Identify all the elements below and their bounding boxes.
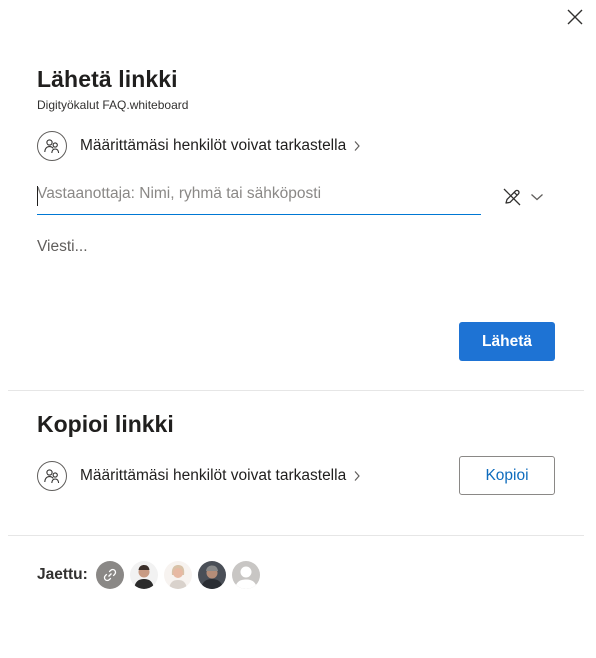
chevron-right-icon [353,470,361,482]
send-permission-setting[interactable]: Määrittämäsi henkilöt voivat tarkastella [37,131,361,161]
people-icon [37,461,67,491]
divider [8,390,584,391]
shared-with-row: Jaettu: [37,560,266,590]
avatar[interactable] [197,561,226,589]
permission-label: Määrittämäsi henkilöt voivat tarkastella [80,137,347,154]
shared-label: Jaettu: [37,566,88,583]
text-caret [37,186,38,206]
link-icon[interactable] [95,561,124,589]
chevron-right-icon [353,140,361,152]
recipient-input[interactable] [37,178,481,215]
send-link-title: Lähetä linkki [37,66,178,92]
copy-link-title: Kopioi linkki [37,411,174,437]
close-button[interactable] [563,5,587,29]
permission-label: Määrittämäsi henkilöt voivat tarkastella [80,467,347,484]
avatar[interactable] [163,561,192,589]
avatar-placeholder[interactable] [231,561,260,589]
avatar[interactable] [129,561,158,589]
chevron-down-icon [531,194,543,201]
message-input[interactable]: Viesti... [37,238,547,298]
file-name: Digityökalut FAQ.whiteboard [37,98,189,112]
link-settings-button[interactable] [500,184,550,210]
copy-permission-setting[interactable]: Määrittämäsi henkilöt voivat tarkastella [37,461,361,491]
send-button[interactable]: Lähetä [459,322,555,361]
copy-button[interactable]: Kopioi [459,456,555,495]
divider [8,535,584,536]
close-icon [567,9,583,25]
pen-off-icon [503,188,521,206]
people-icon [37,131,67,161]
